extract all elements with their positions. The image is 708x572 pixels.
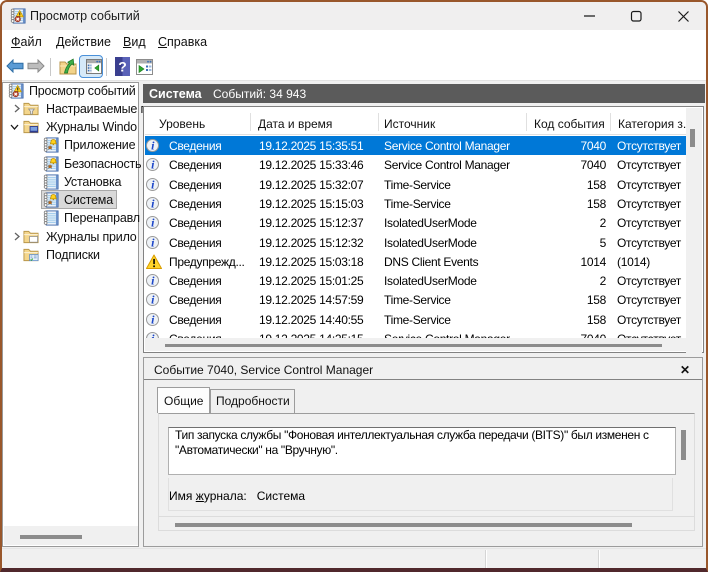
svg-text:?: ? (118, 59, 127, 75)
